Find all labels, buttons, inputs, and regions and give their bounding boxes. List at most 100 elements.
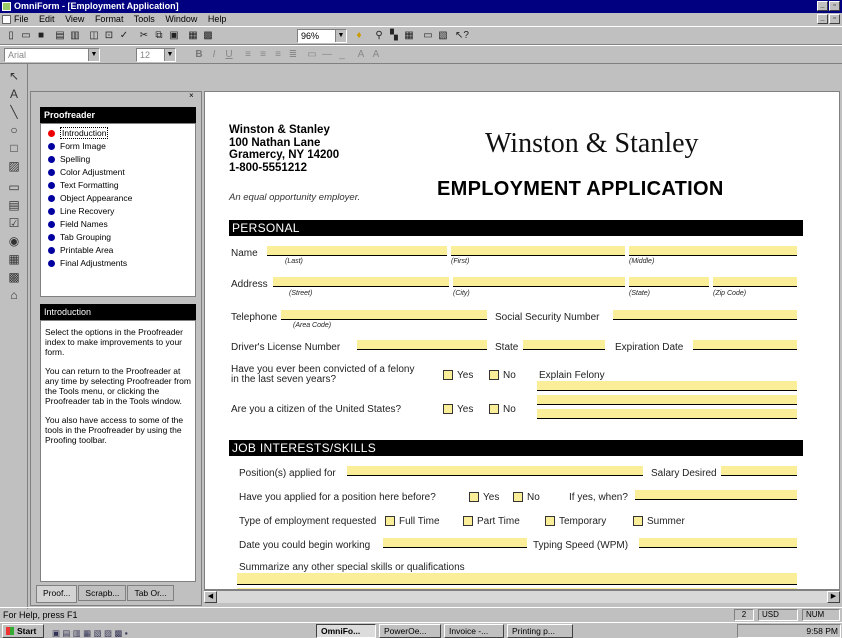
task-powerdesk[interactable]: PowerOe... (379, 624, 441, 638)
save-icon[interactable]: ■ (34, 29, 48, 42)
pf-item-color-adjustment[interactable]: Color Adjustment (41, 166, 195, 179)
font-grow-icon[interactable]: A (354, 48, 368, 61)
salary-field[interactable] (721, 466, 797, 476)
skills-field-1[interactable] (237, 573, 797, 585)
checkbox-tool-icon[interactable]: ☑ (6, 215, 22, 231)
lightbulb-icon[interactable]: ♦ (352, 29, 366, 42)
chevron-down-icon[interactable]: ▼ (335, 30, 346, 42)
temporary-checkbox[interactable] (545, 516, 555, 526)
tab-tab-order[interactable]: Tab Or... (127, 585, 174, 601)
size-combo[interactable]: 12 ▼ (136, 48, 176, 62)
restore-button[interactable]: ▫ (829, 1, 840, 11)
text-tool-icon[interactable]: A (6, 86, 22, 102)
signature-tool-icon[interactable]: ▩ (6, 269, 22, 285)
pf-item-tab-grouping[interactable]: Tab Grouping (41, 231, 195, 244)
tab-scrapbook[interactable]: Scrapb... (78, 585, 127, 601)
align-right-icon[interactable]: ≡ (271, 48, 285, 61)
menu-window[interactable]: Window (165, 14, 197, 24)
start-button[interactable]: Start (2, 624, 44, 638)
license-field[interactable] (357, 340, 487, 350)
font-combo[interactable]: Arial ▼ (4, 48, 100, 62)
paste-icon[interactable]: ▣ (167, 29, 181, 42)
pf-item-form-image[interactable]: Form Image (41, 140, 195, 153)
zip-field[interactable] (713, 277, 797, 287)
spelling-icon[interactable]: ✓ (117, 29, 131, 42)
field-tool-icon[interactable]: ▭ (6, 179, 22, 195)
typing-speed-field[interactable] (639, 538, 797, 548)
part-time-checkbox[interactable] (463, 516, 473, 526)
data-view-icon[interactable]: ▩ (201, 29, 215, 42)
open-icon[interactable]: ▭ (19, 29, 33, 42)
expiration-field[interactable] (693, 340, 797, 350)
fax-icon[interactable]: ▥ (68, 29, 82, 42)
ssn-field[interactable] (613, 310, 797, 320)
scroll-left-icon[interactable]: ◀ (204, 591, 217, 603)
pf-item-line-recovery[interactable]: Line Recovery (41, 205, 195, 218)
link-icon[interactable]: ⚲ (372, 29, 386, 42)
lock-icon[interactable]: ⌂ (6, 287, 22, 303)
citizen-no-checkbox[interactable] (489, 404, 499, 414)
pf-item-final-adjustments[interactable]: Final Adjustments (41, 257, 195, 270)
explain-felony-field-2[interactable] (537, 395, 797, 405)
applied-when-field[interactable] (635, 490, 797, 500)
minimize-button[interactable]: _ (817, 1, 828, 11)
citizen-yes-checkbox[interactable] (443, 404, 453, 414)
justify-icon[interactable]: ≣ (286, 48, 300, 61)
line-width-icon[interactable]: — (320, 48, 334, 61)
horizontal-scrollbar[interactable]: ◀ ▶ (204, 590, 840, 603)
bold-icon[interactable]: B (192, 48, 206, 61)
menu-tools[interactable]: Tools (134, 14, 155, 24)
menu-help[interactable]: Help (208, 14, 227, 24)
first-name-field[interactable] (451, 246, 625, 256)
felony-no-checkbox[interactable] (489, 370, 499, 380)
line-tool-icon[interactable]: ╲ (6, 104, 22, 120)
scroll-right-icon[interactable]: ▶ (827, 591, 840, 603)
zoom-page-icon[interactable]: ⊡ (102, 29, 116, 42)
chevron-down-icon[interactable]: ▼ (164, 49, 175, 61)
pointer-icon[interactable]: ↖ (6, 68, 22, 84)
align-center-icon[interactable]: ≡ (256, 48, 270, 61)
menu-view[interactable]: View (65, 14, 84, 24)
document-icon[interactable] (2, 15, 11, 24)
applied-yes-checkbox[interactable] (469, 492, 479, 502)
table-tool-icon[interactable]: ▦ (6, 251, 22, 267)
form-image-icon[interactable]: ▦ (186, 29, 200, 42)
image-icon[interactable]: ▧ (436, 29, 450, 42)
copy-icon[interactable]: ⧉ (152, 29, 166, 42)
rectangle-tool-icon[interactable]: □ (6, 140, 22, 156)
line-dash-icon[interactable]: _ (335, 48, 349, 61)
middle-name-field[interactable] (629, 246, 797, 256)
task-omniform[interactable]: OmniFo... (316, 624, 376, 638)
print-preview-icon[interactable]: ◫ (87, 29, 101, 42)
pf-item-field-names[interactable]: Field Names (41, 218, 195, 231)
font-shrink-icon[interactable]: A (369, 48, 383, 61)
pf-item-object-appearance[interactable]: Object Appearance (41, 192, 195, 205)
menu-format[interactable]: Format (95, 14, 124, 24)
grid-icon[interactable]: ▦ (402, 29, 416, 42)
explain-felony-field-3[interactable] (537, 409, 797, 419)
chevron-down-icon[interactable]: ▼ (88, 49, 99, 61)
doc-restore-button[interactable]: ▫ (829, 14, 840, 24)
form-canvas[interactable]: Winston & Stanley 100 Nathan Lane Gramer… (204, 91, 840, 590)
field-icon[interactable]: ▭ (421, 29, 435, 42)
pf-item-text-formatting[interactable]: Text Formatting (41, 179, 195, 192)
align-left-icon[interactable]: ≡ (241, 48, 255, 61)
cut-icon[interactable]: ✂ (137, 29, 151, 42)
pf-item-introduction[interactable]: Introduction (41, 127, 195, 140)
image-tool-icon[interactable]: ▨ (6, 158, 22, 174)
begin-date-field[interactable] (383, 538, 527, 548)
help-pointer-icon[interactable]: ↖? (455, 29, 469, 42)
pf-item-spelling[interactable]: Spelling (41, 153, 195, 166)
tab-proofreader[interactable]: Proof... (36, 585, 78, 603)
telephone-field[interactable] (281, 310, 487, 320)
last-name-field[interactable] (267, 246, 447, 256)
summer-checkbox[interactable] (633, 516, 643, 526)
position-field[interactable] (347, 466, 643, 476)
menu-edit[interactable]: Edit (39, 14, 55, 24)
ellipse-tool-icon[interactable]: ○ (6, 122, 22, 138)
comb-field-icon[interactable]: ▤ (6, 197, 22, 213)
pf-item-printable-area[interactable]: Printable Area (41, 244, 195, 257)
tab-order-icon[interactable]: ▚ (387, 29, 401, 42)
task-printing[interactable]: Printing p... (507, 624, 573, 638)
line-style-icon[interactable]: ▭ (305, 48, 319, 61)
